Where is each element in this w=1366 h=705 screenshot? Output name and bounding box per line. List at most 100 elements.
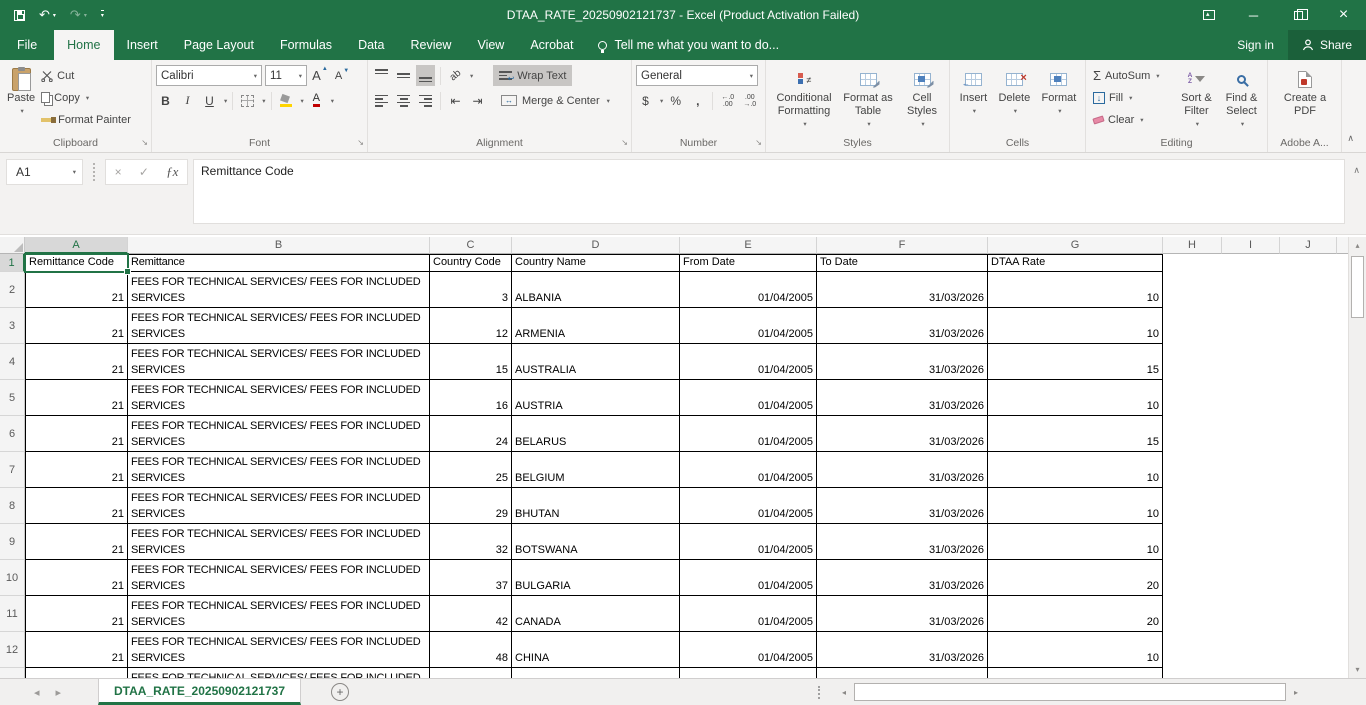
cell-F5[interactable]: 31/03/2026 [817,380,988,416]
tab-file[interactable]: File [0,30,54,60]
cell-D2[interactable]: ALBANIA [512,272,680,308]
insert-function-button[interactable]: ƒx [166,164,178,180]
cell-E12[interactable]: 01/04/2005 [680,632,817,668]
clear-button[interactable]: Clear▾ [1090,109,1174,130]
cell-J1[interactable] [1280,254,1337,272]
cell-I13[interactable] [1222,668,1280,678]
tab-acrobat[interactable]: Acrobat [517,30,586,60]
cell-E2[interactable]: 01/04/2005 [680,272,817,308]
cell-B9[interactable]: FEES FOR TECHNICAL SERVICES/ FEES FOR IN… [128,524,430,560]
select-all-corner[interactable] [0,237,25,254]
col-header-H[interactable]: H [1163,237,1222,254]
cell-H9[interactable] [1163,524,1222,560]
wrap-text-button[interactable]: ↩ Wrap Text [493,65,572,86]
autosum-button[interactable]: ΣAutoSum▾ [1090,65,1174,86]
row-header-5[interactable]: 5 [0,380,25,416]
cell-J6[interactable] [1280,416,1337,452]
tab-review[interactable]: Review [397,30,464,60]
cell-I9[interactable] [1222,524,1280,560]
col-header-D[interactable]: D [512,237,680,254]
cell-H5[interactable] [1163,380,1222,416]
number-format-select[interactable]: General▾ [636,65,758,86]
bottom-align-button[interactable] [416,65,435,86]
name-box-dropdown-icon[interactable]: ▾ [73,168,76,176]
cell-A3[interactable]: 21 [25,308,128,344]
cell-F7[interactable]: 31/03/2026 [817,452,988,488]
cell-I6[interactable] [1222,416,1280,452]
cell-J2[interactable] [1280,272,1337,308]
decrease-font-size-button[interactable]: A [332,65,351,86]
format-painter-button[interactable]: Format Painter [38,109,134,130]
orientation-button[interactable]: ab [446,65,465,86]
row-header-2[interactable]: 2 [0,272,25,308]
restore-button[interactable] [1276,0,1321,30]
cell-A6[interactable]: 21 [25,416,128,452]
increase-font-size-button[interactable]: A [310,65,329,86]
cell-I5[interactable] [1222,380,1280,416]
tab-formulas[interactable]: Formulas [267,30,345,60]
close-button[interactable]: × [1321,0,1366,30]
customize-qat-button[interactable]: ▾ [101,10,104,20]
cell-C5[interactable]: 16 [430,380,512,416]
cell-styles-button[interactable]: Cell Styles▾ [899,63,945,136]
cell-D11[interactable]: CANADA [512,596,680,632]
cell-J5[interactable] [1280,380,1337,416]
cell-C9[interactable]: 32 [430,524,512,560]
font-dialog-launcher[interactable]: ↘ [357,136,364,150]
cell-J4[interactable] [1280,344,1337,380]
new-sheet-button[interactable]: + [331,683,349,701]
font-size-select[interactable]: 11▾ [265,65,307,86]
cell-C6[interactable]: 24 [430,416,512,452]
horizontal-scroll-thumb[interactable] [854,683,1286,701]
cell-H1[interactable] [1163,254,1222,272]
row-header-9[interactable]: 9 [0,524,25,560]
vertical-scrollbar[interactable]: ▴ ▾ [1348,237,1366,678]
name-box[interactable]: A1▾ [6,159,83,185]
col-header-G[interactable]: G [988,237,1163,254]
cell-C1[interactable]: Country Code [430,254,512,272]
cell-F10[interactable]: 31/03/2026 [817,560,988,596]
cell-D1[interactable]: Country Name [512,254,680,272]
cell-D8[interactable]: BHUTAN [512,488,680,524]
cell-A11[interactable]: 21 [25,596,128,632]
cell-D3[interactable]: ARMENIA [512,308,680,344]
row-header-3[interactable]: 3 [0,308,25,344]
cell-B1[interactable]: Remittance [128,254,430,272]
cell-A1[interactable]: Remittance Code [25,254,128,272]
cell-G9[interactable]: 10 [988,524,1163,560]
scroll-left-button[interactable]: ◂ [836,682,852,702]
tell-me-box[interactable]: Tell me what you want to do... [586,30,791,60]
col-header-E[interactable]: E [680,237,817,254]
cell-E8[interactable]: 01/04/2005 [680,488,817,524]
middle-align-button[interactable] [394,65,413,86]
minimize-button[interactable]: ─ [1231,0,1276,30]
font-family-select[interactable]: Calibri▾ [156,65,262,86]
borders-button[interactable] [238,90,257,111]
cell-J13[interactable] [1280,668,1337,678]
cell-D5[interactable]: AUSTRIA [512,380,680,416]
row-header-7[interactable]: 7 [0,452,25,488]
cell-H12[interactable] [1163,632,1222,668]
cell-H10[interactable] [1163,560,1222,596]
vertical-scroll-thumb[interactable] [1351,256,1364,318]
cell-F6[interactable]: 31/03/2026 [817,416,988,452]
cell-C8[interactable]: 29 [430,488,512,524]
cell-G2[interactable]: 10 [988,272,1163,308]
cell-F3[interactable]: 31/03/2026 [817,308,988,344]
scroll-down-button[interactable]: ▾ [1349,661,1366,678]
cell-B2[interactable]: FEES FOR TECHNICAL SERVICES/ FEES FOR IN… [128,272,430,308]
cell-E13[interactable] [680,668,817,678]
cell-H2[interactable] [1163,272,1222,308]
cell-E6[interactable]: 01/04/2005 [680,416,817,452]
cell-E11[interactable]: 01/04/2005 [680,596,817,632]
cell-B7[interactable]: FEES FOR TECHNICAL SERVICES/ FEES FOR IN… [128,452,430,488]
italic-button[interactable]: I [178,90,197,111]
horizontal-scrollbar[interactable]: ◂ ▸ [836,682,1304,702]
scroll-up-button[interactable]: ▴ [1349,237,1366,254]
cell-G11[interactable]: 20 [988,596,1163,632]
row-header-4[interactable]: 4 [0,344,25,380]
cell-J10[interactable] [1280,560,1337,596]
cell-E9[interactable]: 01/04/2005 [680,524,817,560]
row-header-13[interactable]: 13 [0,668,25,678]
tab-insert[interactable]: Insert [114,30,171,60]
